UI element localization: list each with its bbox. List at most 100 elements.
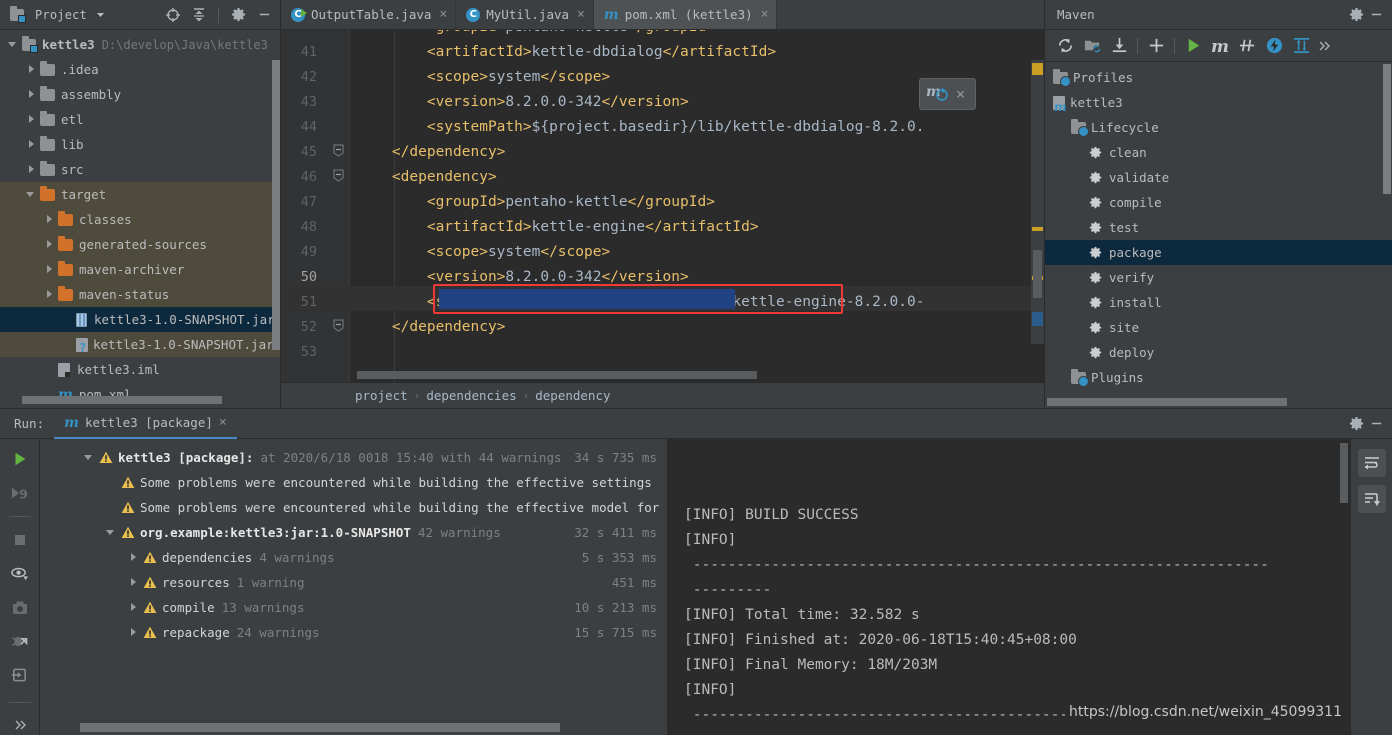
project-tree-item[interactable]: target bbox=[0, 182, 280, 207]
build-tree-item[interactable]: kettle3 [package]: at 2020/6/18 0018 15:4… bbox=[40, 445, 667, 470]
project-tree-item[interactable]: kettle3-1.0-SNAPSHOT.jar bbox=[0, 307, 280, 332]
expand-arrow-icon[interactable] bbox=[128, 627, 139, 638]
console-scrollbar[interactable] bbox=[1338, 439, 1350, 735]
expand-arrow-icon[interactable] bbox=[84, 452, 95, 463]
breadcrumb-item[interactable]: dependency bbox=[535, 388, 610, 403]
build-tree-item[interactable]: dependencies 4 warnings 5 s 353 ms bbox=[40, 545, 667, 570]
gear-icon[interactable] bbox=[1346, 414, 1366, 434]
console-scroll-thumb[interactable] bbox=[1340, 443, 1348, 503]
project-tree-item[interactable]: kettle3 D:\develop\Java\kettle3 bbox=[0, 32, 280, 57]
gear-icon[interactable] bbox=[1346, 5, 1366, 25]
project-tree-item[interactable]: assembly bbox=[0, 82, 280, 107]
code-editor[interactable]: <groupId>pentaho-kettle</groupId> 41 <art… bbox=[281, 30, 1044, 382]
code-line[interactable]: 52 </dependency> bbox=[281, 314, 1044, 339]
scroll-to-end-icon[interactable] bbox=[1357, 485, 1386, 513]
maven-tree-item[interactable]: Lifecycle bbox=[1045, 115, 1392, 140]
expand-arrow-icon[interactable] bbox=[106, 527, 117, 538]
project-tree-item[interactable]: kettle3.iml bbox=[0, 357, 280, 382]
close-icon[interactable]: × bbox=[577, 7, 585, 22]
expand-arrow-icon[interactable] bbox=[44, 289, 55, 300]
maven-tree-item[interactable]: install bbox=[1045, 290, 1392, 315]
warning-marker[interactable] bbox=[1032, 63, 1043, 75]
add-icon[interactable] bbox=[1144, 34, 1168, 58]
maven-tree-item[interactable]: kettle3 bbox=[1045, 90, 1392, 115]
maven-tree-item[interactable]: validate bbox=[1045, 165, 1392, 190]
expand-arrow-icon[interactable] bbox=[26, 64, 37, 75]
maven-tree-item[interactable]: Plugins bbox=[1045, 365, 1392, 390]
show-dependencies-icon[interactable] bbox=[1289, 34, 1313, 58]
build-tree-item[interactable]: Some problems were encountered while bui… bbox=[40, 470, 667, 495]
expand-arrow-icon[interactable] bbox=[128, 577, 139, 588]
wrap-text-icon[interactable] bbox=[1357, 449, 1386, 477]
project-tree-item[interactable]: classes bbox=[0, 207, 280, 232]
project-tree-item[interactable]: etl bbox=[0, 107, 280, 132]
export-icon[interactable] bbox=[10, 663, 30, 688]
expand-arrow-icon[interactable] bbox=[26, 89, 37, 100]
maven-tree-item[interactable]: Profiles bbox=[1045, 65, 1392, 90]
editor-scrollbar[interactable] bbox=[1031, 60, 1044, 344]
close-icon[interactable]: × bbox=[761, 7, 769, 22]
expand-arrow-icon[interactable] bbox=[26, 164, 37, 175]
maven-goal-icon[interactable]: m bbox=[1208, 34, 1232, 58]
code-line[interactable]: 41 <artifactId>kettle-dbdialog</artifact… bbox=[281, 39, 1044, 64]
editor-scroll-thumb[interactable] bbox=[1033, 250, 1042, 298]
breadcrumb-item[interactable]: dependencies bbox=[426, 388, 516, 403]
project-tree-item[interactable]: maven-archiver bbox=[0, 257, 280, 282]
expand-arrow-icon[interactable] bbox=[26, 189, 37, 200]
minimize-icon[interactable] bbox=[1366, 5, 1386, 25]
close-icon[interactable]: × bbox=[219, 415, 227, 430]
project-tree-scrollbar[interactable] bbox=[272, 60, 280, 350]
warning-marker[interactable] bbox=[1032, 227, 1043, 231]
expand-arrow-icon[interactable] bbox=[26, 139, 37, 150]
gear-icon[interactable] bbox=[228, 5, 248, 25]
maven-tree-item[interactable]: site bbox=[1045, 315, 1392, 340]
chevron-down-icon[interactable] bbox=[95, 5, 106, 24]
maven-tree-item[interactable]: test bbox=[1045, 215, 1392, 240]
minimize-icon[interactable] bbox=[1366, 414, 1386, 434]
build-tree-item[interactable]: repackage 24 warnings 15 s 715 ms bbox=[40, 620, 667, 645]
maven-tree-item[interactable]: package bbox=[1045, 240, 1392, 265]
expand-arrow-icon[interactable] bbox=[44, 214, 55, 225]
more-icon[interactable] bbox=[10, 714, 30, 735]
maven-tree-item[interactable]: verify bbox=[1045, 265, 1392, 290]
build-tree-item[interactable]: resources 1 warning 451 ms bbox=[40, 570, 667, 595]
breadcrumb-item[interactable]: project bbox=[355, 388, 408, 403]
execute-maven-goal-icon[interactable] bbox=[1262, 34, 1286, 58]
expand-arrow-icon[interactable] bbox=[8, 39, 19, 50]
project-tree-item[interactable]: src bbox=[0, 157, 280, 182]
build-tree[interactable]: kettle3 [package]: at 2020/6/18 0018 15:4… bbox=[40, 439, 668, 735]
fold-collapse-icon[interactable] bbox=[327, 144, 349, 160]
project-tree-hscrollbar[interactable] bbox=[22, 396, 222, 404]
expand-arrow-icon[interactable] bbox=[26, 114, 37, 125]
maven-tree-scrollbar[interactable] bbox=[1383, 64, 1391, 194]
build-tree-item[interactable]: org.example:kettle3:jar:1.0-SNAPSHOT 42 w… bbox=[40, 520, 667, 545]
code-line[interactable]: 47 <groupId>pentaho-kettle</groupId> bbox=[281, 189, 1044, 214]
maven-tree-item[interactable]: deploy bbox=[1045, 340, 1392, 365]
console-output[interactable]: [INFO] BUILD SUCCESS [INFO] -------------… bbox=[668, 439, 1350, 735]
code-line[interactable]: 44 <systemPath>${project.basedir}/lib/ke… bbox=[281, 114, 1044, 139]
more-icon[interactable] bbox=[1316, 36, 1332, 56]
run-tab-kettle3-package[interactable]: m kettle3 [package] × bbox=[54, 409, 237, 439]
maven-tree-hscrollbar[interactable] bbox=[1047, 398, 1287, 406]
editor-hscrollbar[interactable] bbox=[357, 371, 757, 379]
maven-tree[interactable]: Profiles kettle3 Lifecycle clean validate com… bbox=[1045, 62, 1392, 408]
fold-collapse-icon[interactable] bbox=[327, 169, 349, 185]
project-tree-item[interactable]: lib bbox=[0, 132, 280, 157]
project-tree-item[interactable]: kettle3-1.0-SNAPSHOT.jar. bbox=[0, 332, 280, 357]
editor-tab[interactable]: C OutputTable.java × bbox=[281, 0, 457, 29]
debug-icon[interactable] bbox=[10, 629, 30, 654]
rerun-icon[interactable] bbox=[10, 447, 30, 472]
expand-arrow-icon[interactable] bbox=[128, 602, 139, 613]
maven-tree-item[interactable]: clean bbox=[1045, 140, 1392, 165]
collapse-all-icon[interactable] bbox=[189, 5, 209, 25]
project-tree-item[interactable]: maven-status bbox=[0, 282, 280, 307]
minimize-icon[interactable] bbox=[254, 5, 274, 25]
code-line[interactable]: 49 <scope>system</scope> bbox=[281, 239, 1044, 264]
close-icon[interactable]: × bbox=[952, 85, 969, 103]
code-line[interactable]: 46 <dependency> bbox=[281, 164, 1044, 189]
expand-arrow-icon[interactable] bbox=[44, 239, 55, 250]
maven-reload-icon[interactable]: m bbox=[926, 83, 948, 105]
rerun-failed-icon[interactable]: 9 bbox=[10, 481, 30, 506]
toggle-skip-tests-icon[interactable] bbox=[1235, 34, 1259, 58]
build-tree-item[interactable]: compile 13 warnings 10 s 213 ms bbox=[40, 595, 667, 620]
